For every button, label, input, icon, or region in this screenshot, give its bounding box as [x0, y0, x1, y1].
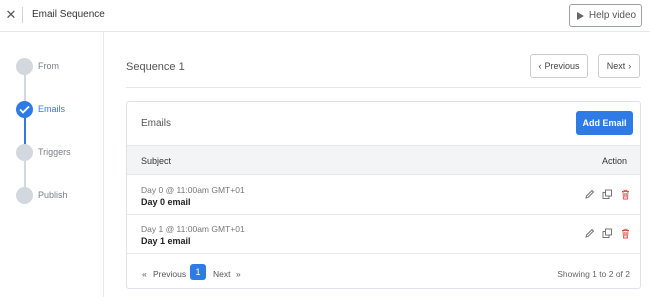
top-bar: ✕ Email Sequence Help video	[0, 0, 650, 32]
sequence-title: Sequence 1	[126, 61, 185, 73]
check-icon	[19, 105, 30, 114]
delete-icon[interactable]	[620, 228, 631, 239]
next-label: Next	[606, 61, 626, 71]
next-button[interactable]: Next ›	[598, 54, 640, 78]
email-schedule: Day 0 @ 11:00am GMT+01	[141, 185, 245, 195]
duplicate-icon[interactable]	[602, 228, 613, 239]
close-icon[interactable]: ✕	[5, 8, 17, 22]
step-label: Triggers	[38, 147, 71, 157]
page-current[interactable]: 1	[190, 264, 206, 280]
page-next[interactable]: Next	[213, 269, 230, 279]
step-publish[interactable]: Publish	[16, 187, 106, 205]
divider	[22, 7, 23, 23]
step-dot	[16, 58, 33, 75]
step-dot-active	[16, 101, 33, 118]
step-label: Publish	[38, 190, 68, 200]
step-triggers[interactable]: Triggers	[16, 144, 106, 162]
step-label: Emails	[38, 104, 66, 114]
step-dot	[16, 187, 33, 204]
chevron-left-icon: ‹	[538, 61, 542, 71]
step-from[interactable]: From	[16, 58, 106, 76]
step-label: From	[38, 61, 59, 71]
help-video-label: Help video	[588, 10, 637, 21]
table-row[interactable]: Day 1 @ 11:00am GMT+01 Day 1 email	[127, 215, 640, 254]
page-previous[interactable]: Previous	[153, 269, 186, 279]
edit-icon[interactable]	[584, 228, 595, 239]
table-header: Subject Action	[127, 146, 640, 175]
delete-icon[interactable]	[620, 189, 631, 200]
email-subject: Day 1 email	[141, 236, 191, 246]
previous-label: Previous	[544, 61, 580, 71]
window-title: Email Sequence	[32, 9, 105, 20]
play-icon	[576, 11, 584, 20]
card-header: Emails Add Email	[127, 102, 640, 146]
pagination: « Previous 1 Next » Showing 1 to 2 of 2	[127, 254, 640, 288]
edit-icon[interactable]	[584, 189, 595, 200]
emails-card: Emails Add Email Subject Action Day 0 @ …	[126, 101, 641, 289]
page-last[interactable]: »	[236, 269, 241, 279]
column-subject: Subject	[141, 156, 172, 166]
table-row[interactable]: Day 0 @ 11:00am GMT+01 Day 0 email	[127, 176, 640, 215]
add-email-button[interactable]: Add Email	[576, 111, 633, 135]
pagination-summary: Showing 1 to 2 of 2	[557, 269, 630, 279]
step-emails[interactable]: Emails	[16, 101, 106, 119]
page-first[interactable]: «	[142, 269, 147, 279]
card-title: Emails	[141, 118, 172, 129]
email-subject: Day 0 email	[141, 197, 191, 207]
email-schedule: Day 1 @ 11:00am GMT+01	[141, 224, 245, 234]
step-dot	[16, 144, 33, 161]
stepper-sidebar: From Emails Triggers Publish	[0, 32, 104, 297]
column-action: Action	[601, 156, 627, 166]
help-video-button[interactable]: Help video	[569, 4, 642, 27]
previous-button[interactable]: ‹ Previous	[530, 54, 588, 78]
chevron-right-icon: ›	[628, 61, 632, 71]
duplicate-icon[interactable]	[602, 189, 613, 200]
divider	[126, 87, 641, 88]
